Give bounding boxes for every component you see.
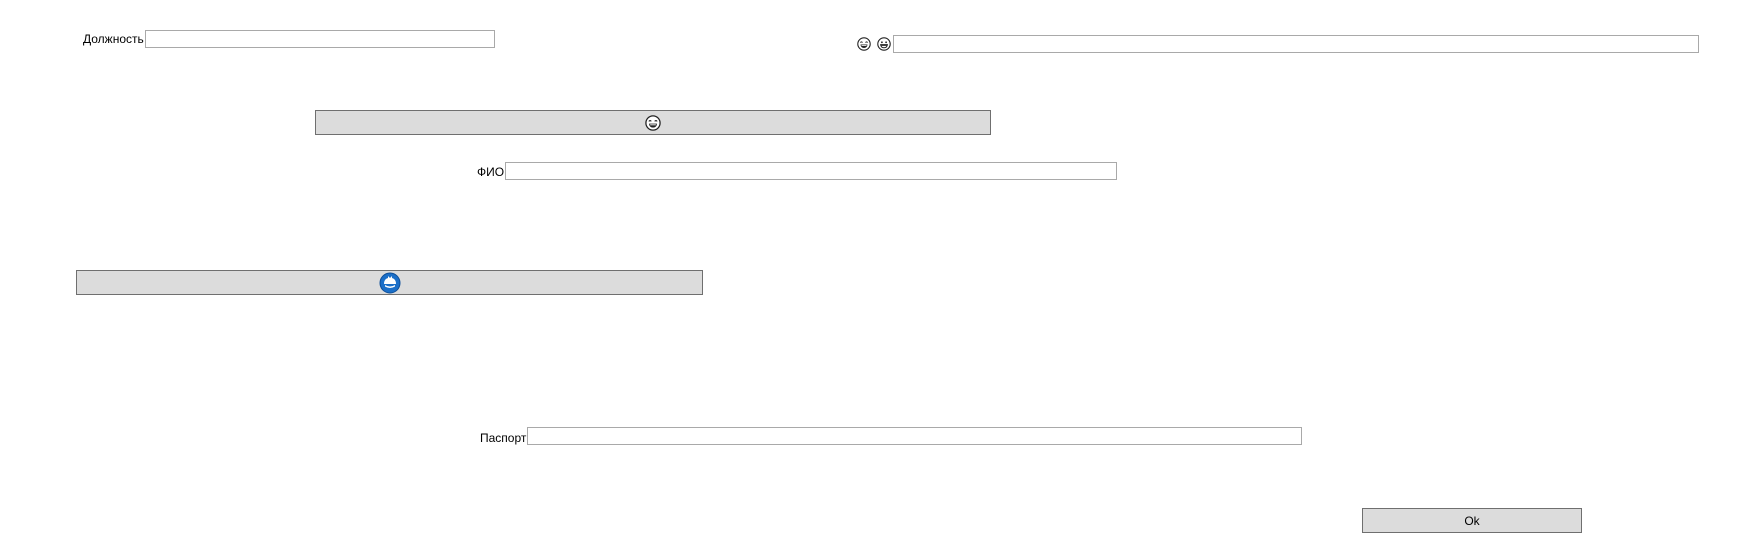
laughing-face-icon (645, 114, 661, 131)
ok-button-label: Ok (1464, 513, 1480, 528)
laughing-face-button[interactable] (315, 110, 991, 135)
ok-button[interactable]: Ok (1362, 508, 1582, 533)
top-right-input[interactable] (893, 35, 1699, 53)
form-window: Должность ФИО Паспорт Ok (0, 0, 1761, 543)
passport-input[interactable] (527, 427, 1302, 445)
position-input[interactable] (145, 30, 495, 48)
position-label: Должность (83, 32, 144, 46)
grinning-face-icon[interactable] (877, 37, 891, 51)
passport-label: Паспорт (480, 431, 527, 445)
blue-circle-logo-icon (379, 272, 401, 294)
fio-input[interactable] (505, 162, 1117, 180)
blue-logo-button[interactable] (76, 270, 703, 295)
fio-label: ФИО (477, 165, 505, 179)
laughing-face-icon[interactable] (857, 37, 871, 51)
